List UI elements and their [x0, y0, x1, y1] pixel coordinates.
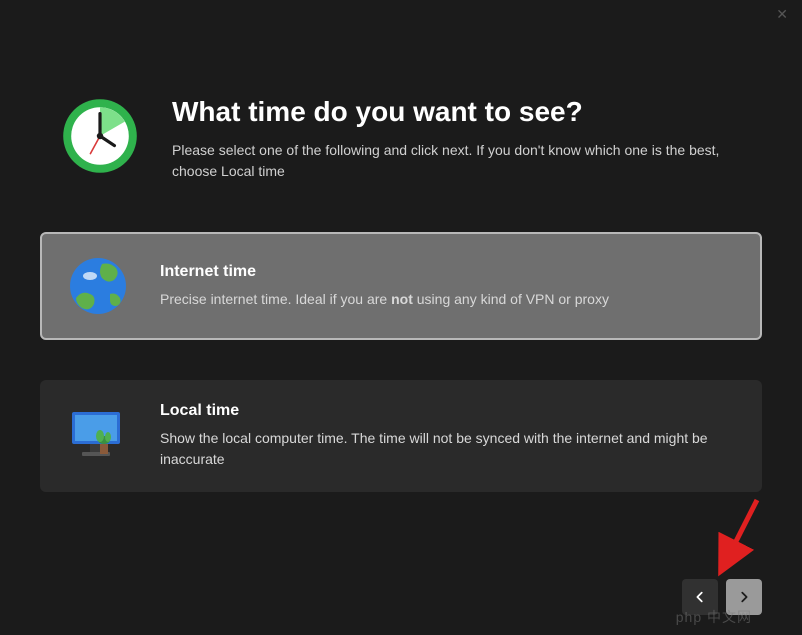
option-internet-desc: Precise internet time. Ideal if you are …	[160, 289, 736, 310]
header-text: What time do you want to see? Please sel…	[172, 96, 742, 182]
option-local-title: Local time	[160, 402, 736, 420]
options-list: Internet time Precise internet time. Ide…	[0, 182, 802, 492]
computer-icon	[66, 404, 130, 468]
clock-icon	[60, 96, 140, 176]
chevron-right-icon	[737, 590, 751, 604]
watermark: php 中文网	[676, 607, 752, 627]
window-controls: ✕	[762, 0, 802, 30]
page-title: What time do you want to see?	[172, 96, 742, 128]
option-local-time[interactable]: Local time Show the local computer time.…	[40, 380, 762, 492]
desc-suffix: using any kind of VPN or proxy	[413, 291, 609, 307]
option-internet-title: Internet time	[160, 263, 736, 281]
globe-icon	[66, 254, 130, 318]
option-local-desc: Show the local computer time. The time w…	[160, 428, 736, 470]
desc-emphasis: not	[391, 291, 413, 307]
option-local-text: Local time Show the local computer time.…	[160, 402, 736, 470]
close-button[interactable]: ✕	[776, 6, 788, 22]
arrow-annotation	[687, 495, 767, 585]
option-internet-time[interactable]: Internet time Precise internet time. Ide…	[40, 232, 762, 340]
option-internet-text: Internet time Precise internet time. Ide…	[160, 263, 736, 310]
header: What time do you want to see? Please sel…	[0, 0, 802, 182]
page-subtitle: Please select one of the following and c…	[172, 140, 742, 182]
desc-prefix: Precise internet time. Ideal if you are	[160, 291, 391, 307]
chevron-left-icon	[693, 590, 707, 604]
